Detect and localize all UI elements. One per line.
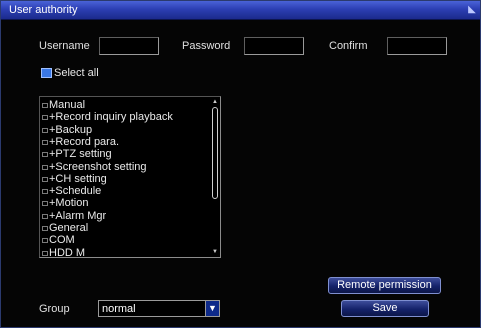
permission-item-label: +Alarm Mgr (49, 209, 107, 222)
permission-item-label: +Screenshot setting (49, 160, 147, 173)
permission-item[interactable]: General (42, 222, 88, 234)
username-field[interactable] (99, 37, 159, 55)
permission-item-label: +Record inquiry playback (49, 111, 173, 124)
permission-item[interactable]: +PTZ setting (42, 148, 112, 160)
permission-item[interactable]: COM (42, 234, 75, 246)
permission-item[interactable]: +Alarm Mgr (42, 210, 106, 222)
permission-item[interactable]: +Record inquiry playback (42, 111, 173, 123)
select-all-label: Select all (54, 67, 99, 79)
checkbox-unchecked-icon[interactable] (42, 226, 48, 231)
checkbox-unchecked-icon[interactable] (42, 152, 48, 158)
checkbox-unchecked-icon[interactable] (42, 250, 48, 256)
permission-item[interactable]: +Screenshot setting (42, 161, 147, 173)
checkbox-unchecked-icon[interactable] (42, 189, 48, 195)
checkbox-unchecked-icon[interactable] (42, 127, 48, 133)
permission-item-label: +Schedule (49, 185, 102, 198)
scroll-thumb[interactable] (212, 107, 218, 199)
permission-item-label: General (49, 222, 89, 234)
checkbox-unchecked-icon[interactable] (42, 164, 48, 170)
scroll-up-arrow-icon[interactable]: ▲ (212, 99, 218, 105)
permission-item-label: +Record para. (49, 135, 120, 148)
window-title: User authority (9, 4, 78, 16)
checkbox-unchecked-icon[interactable] (42, 176, 48, 182)
group-selected-value: normal (102, 302, 136, 315)
permission-list[interactable]: ▲ ▼ Manual +Record inquiry playback +Backu… (39, 96, 221, 258)
permission-item[interactable]: +Motion (42, 197, 88, 209)
permission-item[interactable]: +Backup (42, 124, 92, 136)
permission-item-label: +PTZ setting (49, 148, 112, 161)
checkbox-unchecked-icon[interactable] (42, 238, 48, 244)
checkbox-unchecked-icon[interactable] (42, 139, 48, 145)
list-scrollbar[interactable]: ▲ ▼ (212, 99, 218, 255)
permission-item[interactable]: +CH setting (42, 173, 107, 185)
permission-item[interactable]: HDD M (42, 246, 86, 258)
checkbox-unchecked-icon[interactable] (42, 213, 48, 219)
username-label: Username (39, 40, 90, 52)
checkbox-checked-icon[interactable] (41, 68, 52, 78)
user-authority-window: User authority ◣ Username Password Confi… (0, 0, 481, 328)
chevron-down-icon[interactable]: ▼ (205, 301, 219, 316)
checkbox-unchecked-icon[interactable] (42, 103, 48, 108)
permission-item-label: +Backup (49, 123, 93, 136)
permission-item-label: Manual (49, 99, 86, 111)
checkbox-unchecked-icon[interactable] (42, 201, 48, 207)
permission-item[interactable]: Manual (42, 99, 85, 111)
checkbox-unchecked-icon[interactable] (42, 115, 48, 121)
confirm-label: Confirm (329, 40, 368, 52)
close-icon[interactable]: ◣ (466, 3, 478, 17)
save-button[interactable]: Save (341, 300, 429, 317)
permission-item[interactable]: +Record para. (42, 136, 119, 148)
password-field[interactable] (244, 37, 304, 55)
group-label: Group (39, 303, 70, 315)
title-bar: User authority ◣ (1, 1, 480, 20)
permission-item[interactable]: +Schedule (42, 185, 101, 197)
permission-item-label: COM (49, 234, 75, 247)
remote-permission-button[interactable]: Remote permission (328, 277, 441, 294)
permission-item-label: +CH setting (49, 172, 107, 185)
scroll-down-arrow-icon[interactable]: ▼ (212, 249, 218, 255)
permission-item-label: +Motion (49, 197, 89, 210)
select-all-checkbox[interactable]: Select all (41, 67, 99, 79)
password-label: Password (182, 40, 231, 52)
permission-item-label: HDD M (49, 246, 86, 258)
group-dropdown[interactable]: normal ▼ (98, 300, 220, 317)
confirm-field[interactable] (387, 37, 447, 55)
